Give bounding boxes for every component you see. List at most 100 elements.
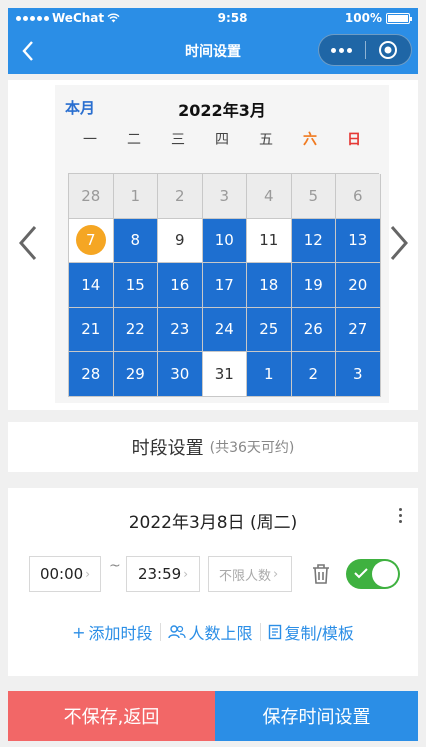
weekday-label: 日 — [347, 132, 361, 148]
calendar-day-cell[interactable]: 1 — [247, 352, 292, 397]
calendar-day-number: 9 — [174, 231, 185, 250]
next-month-button[interactable] — [384, 223, 414, 263]
calendar-day-cell[interactable]: 23 — [158, 307, 203, 352]
time-separator: ~ — [109, 558, 121, 574]
more-vertical-icon[interactable] — [394, 508, 406, 528]
calendar-day-cell[interactable]: 9 — [158, 218, 203, 263]
calendar-day-cell[interactable]: 4 — [247, 174, 292, 219]
today-marker: 7 — [75, 225, 106, 256]
battery-percent: 100% — [344, 11, 382, 25]
calendar-day-number: 28 — [81, 364, 101, 383]
calendar-day-cell[interactable]: 29 — [113, 352, 158, 397]
page-title: 时间设置 — [185, 44, 241, 60]
chevron-right-icon: › — [273, 566, 279, 582]
plus-icon: + — [72, 622, 86, 642]
chevron-right-icon — [390, 226, 408, 260]
people-limit-placeholder: 不限人数 — [219, 568, 272, 584]
calendar-day-cell[interactable]: 12 — [291, 218, 336, 263]
calendar-day-number: 28 — [81, 186, 101, 205]
add-period-button[interactable]: + 添加时段 — [65, 620, 159, 644]
calendar-day-cell[interactable]: 7 — [69, 218, 114, 263]
carrier-label: WeChat — [52, 11, 105, 25]
status-bar: WeChat 9:58 100% — [8, 8, 418, 28]
calendar-day-cell[interactable]: 1 — [113, 174, 158, 219]
calendar-day-number: 15 — [125, 275, 145, 294]
calendar-day-cell[interactable]: 14 — [69, 263, 114, 308]
weekday-label: 二 — [127, 132, 141, 148]
calendar-day-number: 13 — [348, 231, 368, 250]
calendar-day-cell[interactable]: 30 — [158, 352, 203, 397]
calendar-day-number: 30 — [170, 364, 190, 383]
period-setting-header: 时段设置 (共36天可约) — [8, 422, 418, 472]
calendar-day-cell[interactable]: 3 — [202, 174, 247, 219]
battery-icon — [385, 12, 412, 24]
nav-bar: 时间设置 — [8, 28, 418, 74]
people-limit-input[interactable]: 不限人数 › — [208, 556, 292, 592]
calendar-day-cell[interactable]: 25 — [247, 307, 292, 352]
calendar-day-cell[interactable]: 20 — [336, 263, 381, 308]
calendar-day-cell[interactable]: 3 — [336, 352, 381, 397]
calendar-day-cell[interactable]: 5 — [291, 174, 336, 219]
period-enable-toggle[interactable] — [346, 559, 400, 589]
weekday-label: 五 — [259, 132, 273, 148]
calendar-day-number: 14 — [81, 275, 101, 294]
more-dots-icon[interactable] — [319, 35, 365, 65]
battery-status: 100% — [344, 11, 412, 25]
calendar-day-cell[interactable]: 27 — [336, 307, 381, 352]
calendar-day-cell[interactable]: 21 — [69, 307, 114, 352]
back-button[interactable] — [16, 39, 40, 63]
calendar-day-cell[interactable]: 28 — [69, 174, 114, 219]
chevron-right-icon: › — [85, 567, 91, 581]
calendar-day-cell[interactable]: 26 — [291, 307, 336, 352]
discard-back-button[interactable]: 不保存,返回 — [8, 691, 215, 741]
calendar-day-cell[interactable]: 13 — [336, 218, 381, 263]
bottom-bar: 不保存,返回 保存时间设置 — [8, 691, 418, 741]
calendar-day-cell[interactable]: 15 — [113, 263, 158, 308]
chevron-left-icon — [19, 226, 37, 260]
mini-program-capsule — [318, 34, 412, 66]
people-limit-button[interactable]: 人数上限 — [161, 620, 260, 644]
calendar-day-number: 4 — [263, 186, 274, 205]
save-settings-button[interactable]: 保存时间设置 — [215, 691, 418, 741]
calendar-day-cell[interactable]: 28 — [69, 352, 114, 397]
calendar-day-cell[interactable]: 2 — [291, 352, 336, 397]
calendar-day-cell[interactable]: 17 — [202, 263, 247, 308]
calendar-day-number: 1 — [263, 364, 274, 383]
calendar-day-cell[interactable]: 18 — [247, 263, 292, 308]
calendar-day-cell[interactable]: 8 — [113, 218, 158, 263]
calendar-day-cell[interactable]: 24 — [202, 307, 247, 352]
wifi-icon — [107, 13, 120, 23]
calendar-day-number: 26 — [303, 320, 323, 339]
start-time-picker[interactable]: 00:00 › — [29, 556, 101, 592]
day-setting-card: 2022年3月8日 (周二) 00:00 › ~ 23:59 › 不限人数 › … — [8, 488, 418, 676]
calendar-day-cell[interactable]: 19 — [291, 263, 336, 308]
copy-template-button[interactable]: 复制/模板 — [261, 620, 361, 644]
calendar-day-number: 3 — [352, 364, 363, 383]
calendar-day-cell[interactable]: 22 — [113, 307, 158, 352]
calendar-day-cell[interactable]: 2 — [158, 174, 203, 219]
chevron-right-icon: › — [183, 567, 189, 581]
prev-month-button[interactable] — [13, 223, 43, 263]
calendar-grid: 28 1 2 3 4 5 6 7 8 9 10 11 12 13 14 15 16 17 18 19 20 21 22 23 2… — [68, 173, 381, 397]
calendar-day-cell[interactable]: 16 — [158, 263, 203, 308]
close-button[interactable] — [365, 35, 411, 65]
weekday-label: 六 — [303, 132, 317, 148]
calendar-day-cell[interactable]: 31 — [202, 352, 247, 397]
calendar-day-number: 18 — [259, 275, 279, 294]
calendar-day-cell[interactable]: 11 — [247, 218, 292, 263]
calendar-day-number: 31 — [214, 364, 234, 383]
calendar-day-number: 8 — [130, 231, 141, 250]
selected-date-label: 2022年3月8日 (周二) — [128, 513, 298, 533]
signal-icon — [16, 15, 49, 21]
calendar-title: 2022年3月 — [178, 101, 266, 120]
calendar-day-number: 10 — [214, 231, 234, 250]
trash-icon[interactable] — [310, 562, 332, 586]
calendar-day-cell[interactable]: 6 — [336, 174, 381, 219]
check-icon — [354, 568, 368, 579]
target-icon — [379, 41, 398, 59]
calendar-day-number: 19 — [303, 275, 323, 294]
calendar-day-cell[interactable]: 10 — [202, 218, 247, 263]
calendar-day-number: 16 — [170, 275, 190, 294]
calendar-day-number: 3 — [219, 186, 230, 205]
end-time-picker[interactable]: 23:59 › — [126, 556, 200, 592]
